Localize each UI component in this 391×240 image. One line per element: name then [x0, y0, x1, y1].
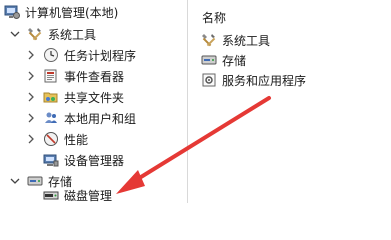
chevron-down-icon[interactable]: [9, 28, 21, 40]
tree-item-label: 任务计划程序: [64, 48, 137, 63]
chevron-right-icon[interactable]: [25, 112, 37, 124]
performance-icon: [43, 131, 59, 147]
content-list: 名称 系统工具 存储 服务和应用程序: [196, 0, 391, 203]
services-icon: [201, 72, 217, 88]
storage-icon: [27, 173, 43, 189]
chevron-right-icon[interactable]: [25, 91, 37, 103]
tree-item-label: 系统工具: [48, 27, 97, 42]
tree-item-label: 共享文件夹: [64, 90, 125, 105]
tree-item-local-users-groups[interactable]: 本地用户和组: [25, 108, 136, 128]
disk-management-icon: [43, 187, 59, 203]
tree-item-event-viewer[interactable]: 事件查看器: [25, 66, 124, 86]
tree-item-shared-folders[interactable]: 共享文件夹: [25, 87, 124, 107]
storage-icon: [201, 52, 217, 68]
users-icon: [43, 110, 59, 126]
list-item-storage[interactable]: 存储: [201, 50, 246, 70]
tree-item-device-manager[interactable]: 设备管理器: [43, 150, 124, 170]
tree-root-item[interactable]: 计算机管理(本地): [4, 2, 118, 22]
chevron-down-icon[interactable]: [9, 175, 21, 187]
tree-item-task-scheduler[interactable]: 任务计划程序: [25, 45, 136, 65]
tree-root-label: 计算机管理(本地): [25, 5, 119, 20]
tree-item-label: 事件查看器: [64, 69, 125, 84]
tree-item-label: 本地用户和组: [64, 111, 137, 126]
pane-divider[interactable]: [187, 0, 188, 203]
chevron-right-icon[interactable]: [25, 70, 37, 82]
chevron-right-icon[interactable]: [25, 133, 37, 145]
list-item-system-tools[interactable]: 系统工具: [201, 30, 270, 50]
tree-item-system-tools[interactable]: 系统工具: [9, 24, 96, 44]
computer-management-icon: [4, 4, 20, 20]
tree-item-label: 磁盘管理: [64, 188, 113, 203]
tree-item-performance[interactable]: 性能: [25, 129, 88, 149]
clock-icon: [43, 47, 59, 63]
tools-icon: [27, 26, 43, 42]
shared-folder-icon: [43, 89, 59, 105]
column-header-label: 名称: [202, 10, 227, 25]
list-item-label: 存储: [222, 53, 247, 68]
list-item-services-apps[interactable]: 服务和应用程序: [201, 70, 306, 90]
tree-item-disk-management[interactable]: 磁盘管理: [43, 185, 112, 205]
list-item-label: 系统工具: [222, 33, 271, 48]
tree-item-label: 性能: [64, 132, 89, 147]
device-manager-icon: [43, 152, 59, 168]
tree-item-label: 设备管理器: [64, 153, 125, 168]
event-viewer-icon: [43, 68, 59, 84]
column-header-name[interactable]: 名称: [202, 7, 226, 27]
navigation-tree: 计算机管理(本地) 系统工具 任务计划程序 事件查看器 共享文件夹 本地用户和组…: [0, 0, 187, 203]
list-item-label: 服务和应用程序: [222, 73, 307, 88]
chevron-right-icon[interactable]: [25, 49, 37, 61]
tools-icon: [201, 32, 217, 48]
